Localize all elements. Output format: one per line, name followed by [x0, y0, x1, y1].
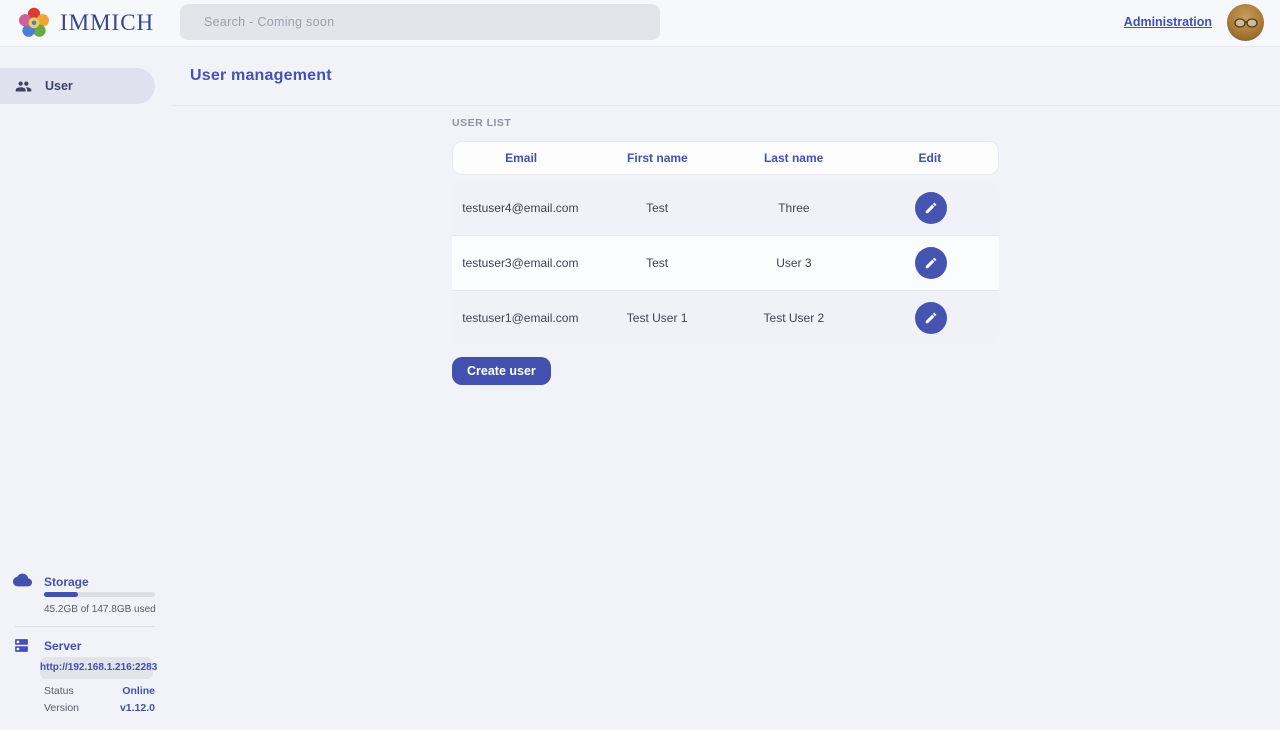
column-header-email: Email	[453, 151, 589, 165]
version-label: Version	[44, 702, 79, 714]
glasses-icon	[1234, 17, 1258, 29]
users-group-icon	[15, 78, 32, 95]
cell-first-name: Test	[589, 256, 726, 270]
pencil-icon	[924, 256, 938, 270]
pencil-icon	[924, 311, 938, 325]
server-section-title: Server	[44, 639, 81, 653]
cell-email: testuser3@email.com	[452, 256, 589, 270]
user-table-body: testuser4@email.com Test Three testuser3…	[452, 180, 999, 345]
edit-user-button[interactable]	[915, 302, 947, 334]
sidebar-item-user[interactable]: User	[0, 68, 155, 104]
status-label: Status	[44, 685, 74, 697]
cell-first-name: Test	[589, 201, 726, 215]
edit-user-button[interactable]	[915, 247, 947, 279]
version-value: v1.12.0	[120, 702, 155, 714]
search-input[interactable]	[180, 4, 660, 40]
status-value: Online	[122, 685, 155, 697]
server-version-row: Version v1.12.0	[44, 702, 155, 714]
immich-logo-icon	[17, 6, 51, 40]
cloud-icon	[13, 573, 32, 592]
storage-progress-bar	[44, 592, 155, 597]
user-list-section: USER LIST Email First name Last name Edi…	[452, 118, 999, 385]
edit-user-button[interactable]	[915, 192, 947, 224]
cell-email: testuser4@email.com	[452, 201, 589, 215]
main-titlebar: User management	[171, 47, 1280, 106]
cell-last-name: User 3	[726, 256, 863, 270]
user-avatar[interactable]	[1227, 4, 1264, 41]
table-row: testuser3@email.com Test User 3	[452, 235, 999, 290]
brand[interactable]: IMMICH	[17, 6, 154, 40]
column-header-last-name: Last name	[726, 151, 862, 165]
sidebar-item-user-label: User	[45, 79, 73, 93]
pencil-icon	[924, 201, 938, 215]
section-label: USER LIST	[452, 118, 999, 129]
cell-email: testuser1@email.com	[452, 311, 589, 325]
table-row: testuser1@email.com Test User 1 Test Use…	[452, 290, 999, 345]
column-header-edit: Edit	[862, 151, 998, 165]
sidebar-divider	[15, 626, 155, 627]
column-header-first-name: First name	[589, 151, 725, 165]
cell-last-name: Three	[726, 201, 863, 215]
page-title: User management	[190, 67, 332, 85]
table-row: testuser4@email.com Test Three	[452, 180, 999, 235]
administration-link[interactable]: Administration	[1124, 15, 1212, 29]
cell-first-name: Test User 1	[589, 311, 726, 325]
cell-last-name: Test User 2	[726, 311, 863, 325]
create-user-button[interactable]: Create user	[452, 357, 551, 385]
storage-section-title: Storage	[44, 575, 89, 589]
brand-name: IMMICH	[60, 10, 154, 36]
server-icon	[13, 637, 30, 659]
user-table-header: Email First name Last name Edit	[452, 141, 999, 175]
server-status-row: Status Online	[44, 685, 155, 697]
server-url-badge: http://192.168.1.216:2283	[40, 657, 153, 679]
app-header: IMMICH Administration	[0, 0, 1280, 47]
storage-progress-fill	[44, 592, 78, 597]
storage-usage-text: 45.2GB of 147.8GB used	[44, 604, 156, 615]
page: IMMICH Administration User User manageme…	[0, 0, 1280, 730]
